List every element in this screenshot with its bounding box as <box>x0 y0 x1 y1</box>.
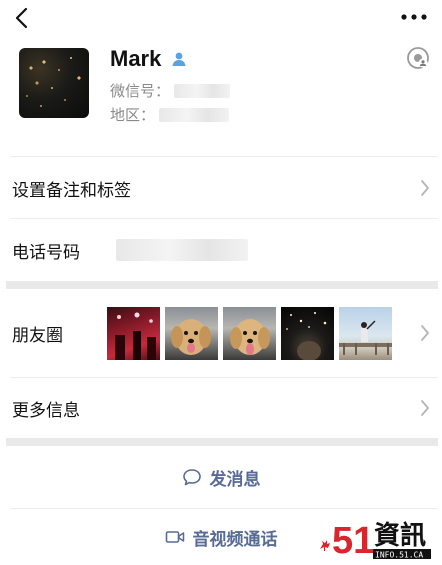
moments-photo <box>339 307 392 360</box>
back-arrow-icon[interactable] <box>12 6 34 30</box>
name-row: Mark <box>110 44 187 74</box>
moments-photo <box>281 307 334 360</box>
svg-text:INFO.51.CA: INFO.51.CA <box>375 551 423 560</box>
moments-photo <box>107 307 160 360</box>
remark-tags-label: 设置备注和标签 <box>12 180 131 201</box>
moments-camera-icon[interactable] <box>406 46 430 70</box>
chevron-right-icon <box>421 325 429 341</box>
moments-label: 朋友圈 <box>12 325 63 346</box>
region-redacted <box>159 107 230 122</box>
more-info-row[interactable]: 更多信息 <box>0 378 442 438</box>
section-gap <box>6 281 438 289</box>
person-gender-icon <box>172 52 186 66</box>
svg-text:資訊: 資訊 <box>374 520 426 551</box>
phone-number-redacted <box>116 239 248 261</box>
remark-tags-row[interactable]: 设置备注和标签 <box>0 158 442 218</box>
phone-number-label: 电话号码 <box>12 242 80 263</box>
watermark-brand-number: 51 <box>332 520 374 561</box>
wechat-id-redacted <box>174 83 231 98</box>
moments-photo <box>165 307 218 360</box>
section-gap <box>6 438 438 446</box>
chevron-right-icon <box>421 400 429 416</box>
chat-bubble-icon <box>182 469 201 486</box>
chevron-right-icon <box>421 180 429 196</box>
top-bar <box>0 0 442 36</box>
region-line: 地区： <box>110 104 230 125</box>
video-camera-icon <box>165 531 184 543</box>
send-message-label: 发消息 <box>209 469 261 490</box>
wechat-id-line: 微信号： <box>110 80 231 101</box>
phone-number-row[interactable]: 电话号码 <box>0 219 442 281</box>
avatar[interactable] <box>19 48 89 118</box>
moments-row[interactable]: 朋友圈 <box>0 289 442 377</box>
moments-thumbnails <box>107 307 392 360</box>
contact-name: Mark <box>110 46 162 71</box>
moments-photo <box>223 307 276 360</box>
wechat-id-label: 微信号： <box>110 82 171 100</box>
divider <box>10 156 438 157</box>
more-options-icon[interactable] <box>400 10 428 24</box>
watermark-logo: 51 資訊 INFO.51.CA <box>318 513 436 562</box>
more-info-label: 更多信息 <box>12 400 80 421</box>
profile-header: Mark 微信号： 地区： <box>0 36 442 156</box>
video-call-label: 音视频通话 <box>192 529 278 550</box>
region-label: 地区： <box>110 106 156 124</box>
send-message-button[interactable]: 发消息 <box>0 446 442 508</box>
